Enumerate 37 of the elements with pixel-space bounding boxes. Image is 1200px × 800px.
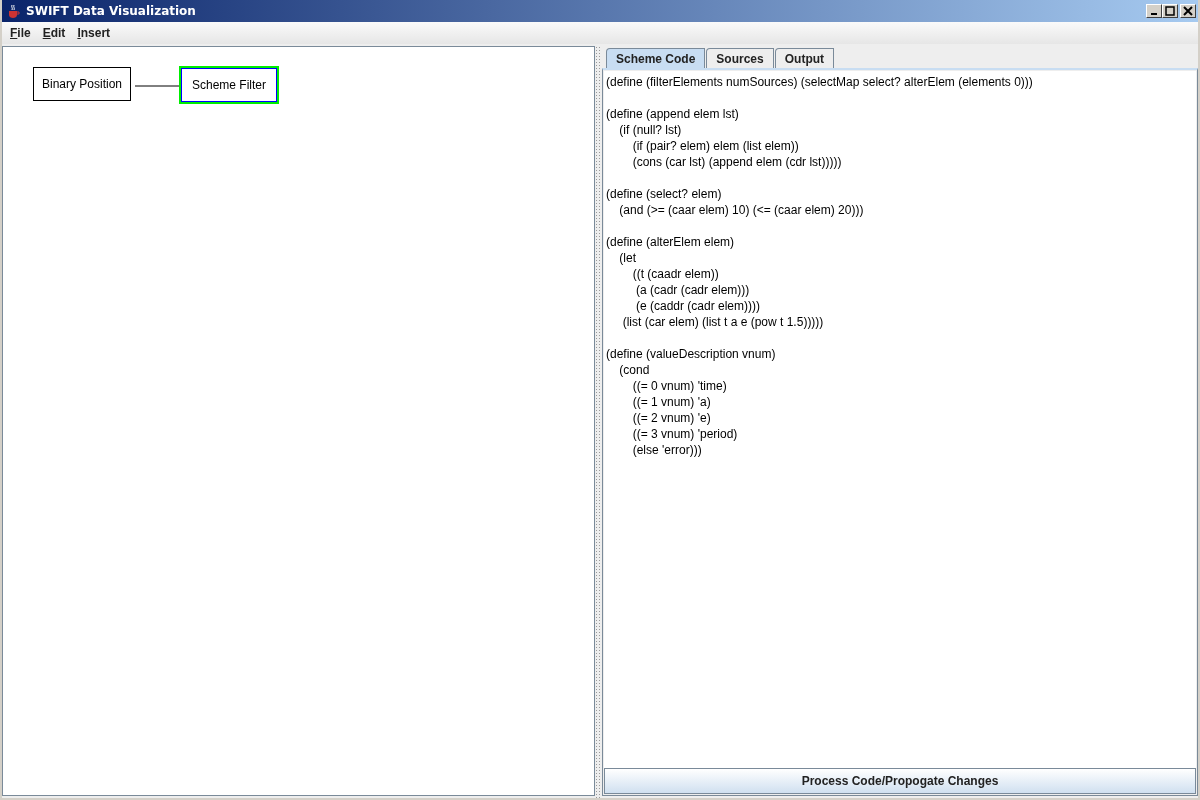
close-button[interactable] (1180, 4, 1196, 18)
code-line: ((= 0 vnum) 'time) (631, 378, 728, 394)
code-line: (cond (618, 362, 651, 378)
tab[interactable]: Scheme Code (606, 48, 706, 68)
code-line: (a (cadr (cadr elem))) (635, 282, 751, 298)
minimize-icon (1151, 13, 1157, 15)
menu-item[interactable]: Edit (42, 26, 66, 40)
code-line: (define (filterElements numSources) (selectMap select? alterElem (elements 0))) (606, 74, 1034, 90)
close-icon (1183, 6, 1193, 16)
code-line: (and (>= (caar elem) 10) (<= (caar elem) 20))) (618, 202, 865, 218)
process-button[interactable]: Process Code/Propogate Changes (604, 768, 1196, 794)
code-line: (define (alterElem elem) (606, 234, 736, 250)
code-line: ((= 1 vnum) 'a) (631, 394, 712, 410)
code-line: ((t (caadr elem)) (631, 266, 720, 282)
code-line: (let (618, 250, 637, 266)
node-box[interactable]: Binary Position (33, 67, 131, 101)
code-line: (if (pair? elem) elem (list elem)) (631, 138, 800, 154)
minimize-button[interactable] (1146, 4, 1162, 18)
code-line: (else 'error))) (631, 442, 703, 458)
code-line: ((= 2 vnum) 'e) (631, 410, 712, 426)
code-line: (define (select? elem) (606, 186, 723, 202)
code-line: (cons (car lst) (append elem (cdr lst))))) (631, 154, 843, 170)
coffee-cup-icon (6, 3, 22, 19)
code-line: (define (append elem lst) (606, 106, 740, 122)
code-line: (e (caddr (cadr elem)))) (635, 298, 762, 314)
code-line: ((= 3 vnum) 'period) (631, 426, 739, 442)
maximize-icon (1165, 6, 1175, 16)
maximize-button[interactable] (1162, 4, 1178, 18)
node-box[interactable]: Scheme Filter (181, 68, 277, 102)
tab[interactable]: Sources (706, 48, 774, 68)
code-line: (list (car elem) (list t a e (pow t 1.5))))) (621, 314, 825, 330)
window-title: SWIFT Data Visualization (26, 4, 196, 18)
code-line: (if (null? lst) (618, 122, 683, 138)
menu-item[interactable]: File (10, 26, 31, 40)
code-line: (define (valueDescription vnum) (606, 346, 777, 362)
menu-item[interactable]: Insert (77, 26, 111, 40)
tab[interactable]: Output (774, 48, 835, 68)
